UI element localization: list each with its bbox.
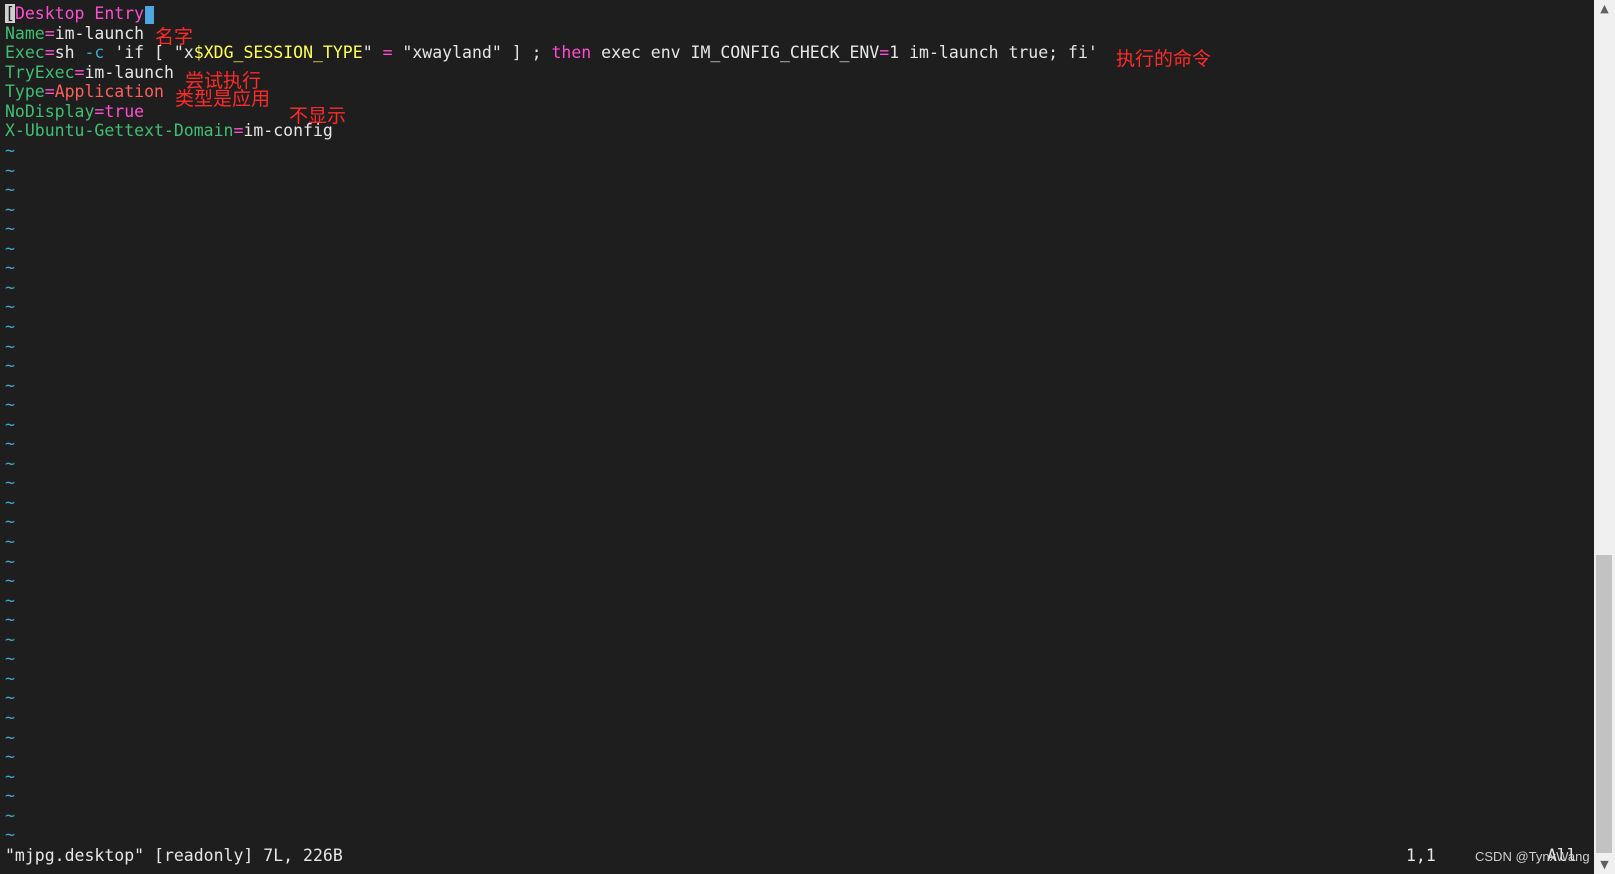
tilde-line-marker: ~ — [5, 492, 15, 512]
tilde-line-marker: ~ — [5, 395, 15, 415]
line-tryexec: TryExec=im-launch — [5, 63, 174, 83]
tilde-line-marker: ~ — [5, 825, 15, 845]
tilde-line-marker: ~ — [5, 747, 15, 767]
value-type: Application — [54, 82, 164, 101]
line-type: Type=Application — [5, 82, 164, 102]
tilde-line-marker: ~ — [5, 258, 15, 278]
exec-part4: exec env IM_CONFIG_CHECK_ENV — [591, 43, 880, 62]
tilde-line-marker: ~ — [5, 180, 15, 200]
tilde-line-marker: ~ — [5, 336, 15, 356]
tilde-line-marker: ~ — [5, 434, 15, 454]
line-name: Name=im-launch — [5, 24, 144, 44]
tilde-line-marker: ~ — [5, 297, 15, 317]
key-type: Type — [5, 82, 45, 101]
key-gettext-domain: X-Ubuntu-Gettext-Domain — [5, 121, 234, 140]
equals-sign: = — [233, 121, 244, 140]
equals-sign: = — [94, 102, 105, 121]
status-file-info: "mjpg.desktop" [readonly] 7L, 226B — [5, 846, 343, 865]
exec-part2: " — [362, 43, 383, 62]
tilde-line-marker: ~ — [5, 277, 15, 297]
key-nodisplay: NoDisplay — [5, 102, 95, 121]
tilde-line-marker: ~ — [5, 551, 15, 571]
scroll-down-icon[interactable]: ▼ — [1594, 856, 1615, 874]
exec-part5: 1 im-launch true; fi' — [889, 43, 1098, 62]
equals-sign: = — [44, 43, 55, 62]
vim-editor[interactable]: [Desktop Entry Name=im-launch Exec=sh -c… — [0, 0, 1594, 874]
tilde-line-marker: ~ — [5, 141, 15, 160]
key-name: Name — [5, 24, 45, 43]
exec-cmd: sh — [54, 43, 75, 62]
tilde-line-marker: ~ — [5, 356, 15, 376]
annotation-exec: 执行的命令 — [1116, 48, 1212, 70]
tilde-line-marker: ~ — [5, 766, 15, 786]
annotation-nodisplay: 不显示 — [289, 105, 347, 127]
line-desktop-entry-header: [Desktop Entry — [5, 4, 155, 24]
tilde-line-marker: ~ — [5, 688, 15, 708]
watermark: CSDN @TynxWang — [1475, 849, 1590, 864]
tilde-line-marker: ~ — [5, 473, 15, 493]
tilde-line-marker: ~ — [5, 610, 15, 630]
exec-part3: "xwayland" ] ; — [392, 43, 552, 62]
tilde-line-marker: ~ — [5, 238, 15, 258]
tilde-line-marker: ~ — [5, 571, 15, 591]
tilde-line-marker: ~ — [5, 590, 15, 610]
tilde-line-marker: ~ — [5, 316, 15, 336]
tilde-line-marker: ~ — [5, 414, 15, 434]
tilde-line-marker: ~ — [5, 727, 15, 747]
equals-sign: = — [44, 24, 55, 43]
value-name: im-launch — [54, 24, 145, 43]
scroll-up-icon[interactable]: ▲ — [1594, 0, 1615, 18]
cursor: [ — [5, 4, 15, 23]
key-exec: Exec — [5, 43, 45, 62]
exec-flag: -c — [84, 43, 105, 62]
scrollbar-thumb[interactable] — [1596, 555, 1612, 853]
tilde-line-marker: ~ — [5, 707, 15, 727]
tilde-line-marker: ~ — [5, 649, 15, 669]
tilde-line-marker: ~ — [5, 219, 15, 239]
vertical-scrollbar[interactable]: ▲ ▼ — [1594, 0, 1615, 874]
exec-variable: $XDG_SESSION_TYPE — [193, 43, 363, 62]
value-tryexec: im-launch — [84, 63, 174, 82]
line-gettext-domain: X-Ubuntu-Gettext-Domain=im-config — [5, 121, 333, 141]
tilde-line-marker: ~ — [5, 629, 15, 649]
tilde-line-marker: ~ — [5, 668, 15, 688]
line-nodisplay: NoDisplay=true — [5, 102, 144, 122]
exec-equals: = — [382, 43, 393, 62]
equals-sign: = — [44, 82, 55, 101]
status-cursor-position: 1,1 — [1406, 846, 1436, 865]
tilde-line-marker: ~ — [5, 786, 15, 806]
annotation-name: 名字 — [155, 26, 194, 48]
tilde-line-marker: ~ — [5, 532, 15, 551]
tilde-line-marker: ~ — [5, 160, 15, 180]
exec-then-keyword: then — [551, 43, 592, 62]
annotation-type: 类型是应用 — [175, 88, 271, 110]
tilde-line-marker: ~ — [5, 453, 15, 473]
value-nodisplay: true — [104, 102, 145, 121]
exec-equals-2: = — [879, 43, 890, 62]
section-header: Desktop Entry — [14, 4, 145, 23]
tilde-line-marker: ~ — [5, 512, 15, 532]
key-tryexec: TryExec — [5, 63, 75, 82]
tilde-line-marker: ~ — [5, 375, 15, 395]
tilde-line-marker: ~ — [5, 199, 15, 219]
tilde-line-marker: ~ — [5, 805, 15, 825]
equals-sign: = — [74, 63, 85, 82]
cursor-end-marker — [145, 5, 155, 24]
